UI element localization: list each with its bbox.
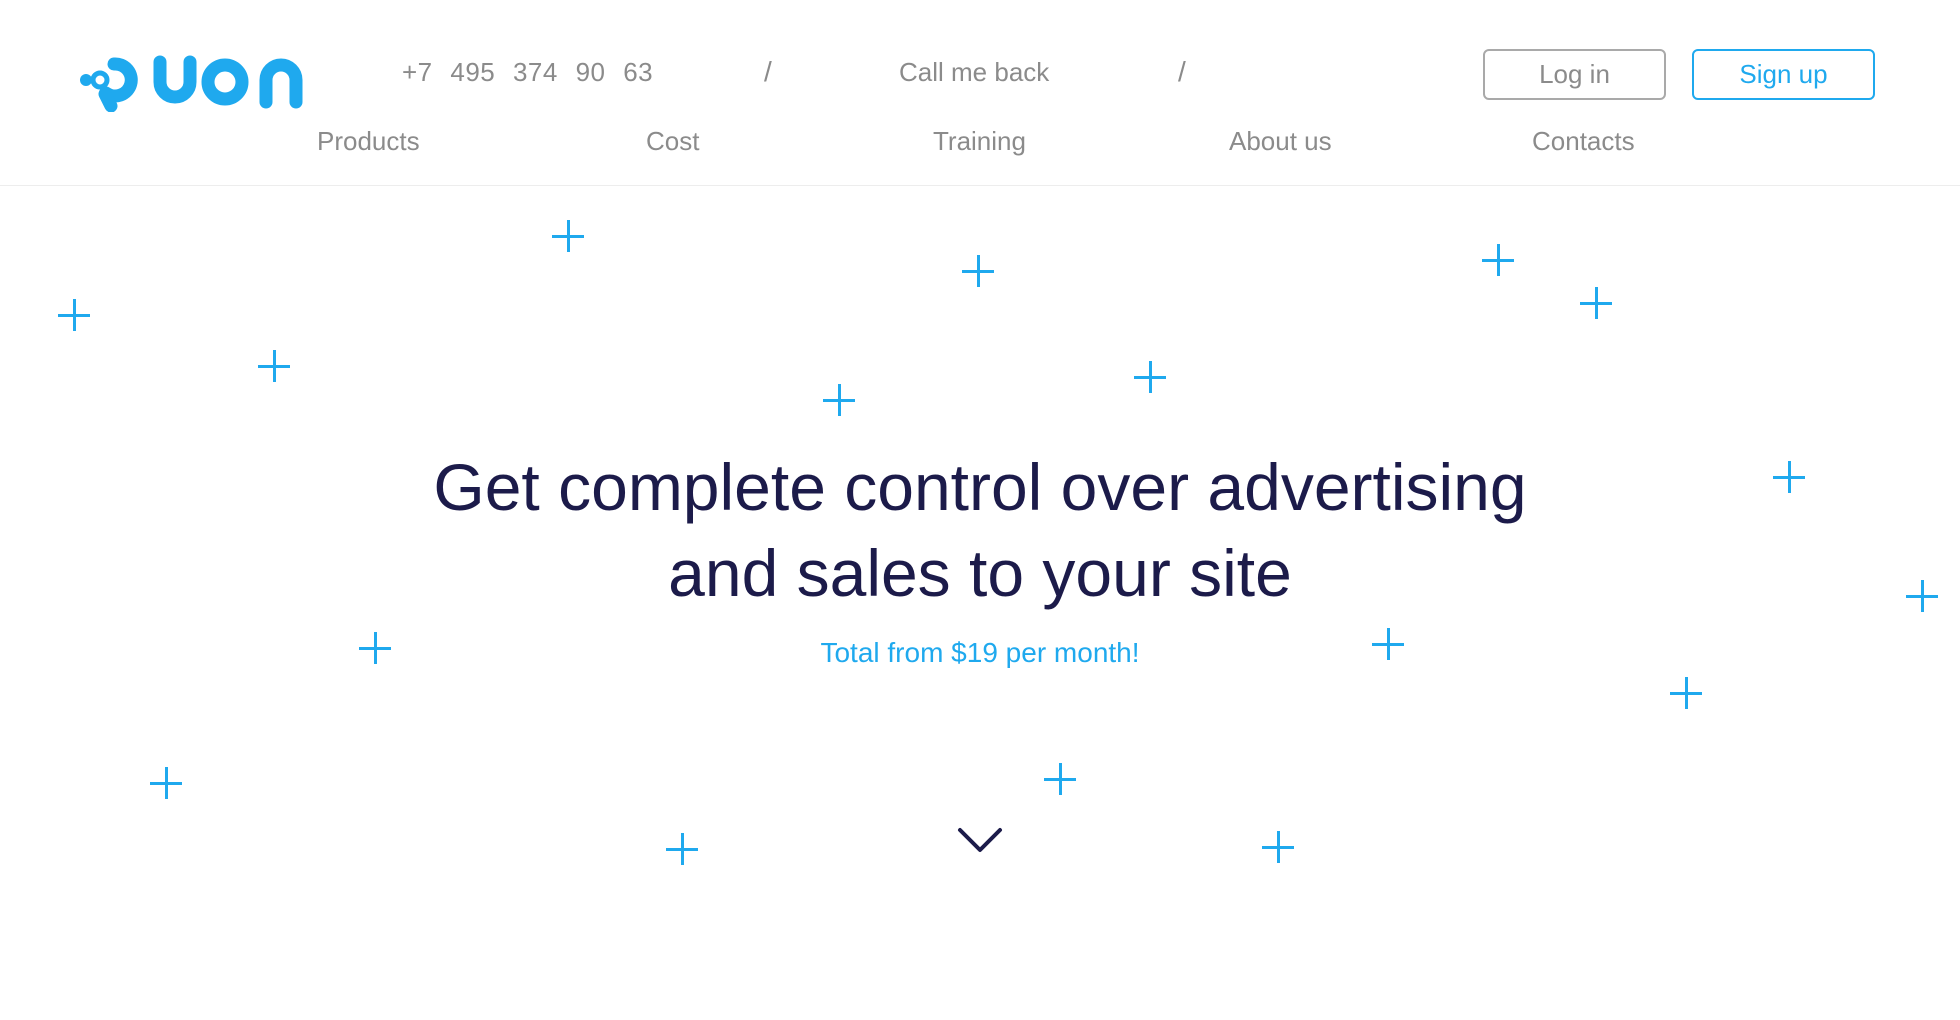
signup-button[interactable]: Sign up — [1692, 49, 1875, 100]
plus-icon — [552, 220, 584, 252]
login-button[interactable]: Log in — [1483, 49, 1666, 100]
site-header: +7 495 374 90 63 / Call me back / Log in… — [0, 0, 1960, 186]
plus-icon — [1044, 763, 1076, 795]
hero-headline-line-1: Get complete control over advertising — [433, 450, 1527, 524]
plus-icon — [1580, 287, 1612, 319]
hero-headline-line-2: and sales to your site — [668, 536, 1292, 610]
plus-icon — [823, 384, 855, 416]
plus-icon — [1134, 361, 1166, 393]
plus-icon — [1482, 244, 1514, 276]
header-separator: / — [1178, 56, 1186, 87]
pricing-subline: Total from $19 per month! — [820, 637, 1140, 668]
phone-number[interactable]: +7 495 374 90 63 — [402, 57, 653, 88]
call-me-back-link[interactable]: Call me back — [899, 57, 1049, 88]
plus-icon — [962, 255, 994, 287]
nav-about-us[interactable]: About us — [1229, 126, 1332, 157]
quon-logo[interactable] — [80, 48, 312, 112]
nav-contacts[interactable]: Contacts — [1532, 126, 1635, 157]
plus-icon — [666, 833, 698, 865]
nav-products[interactable]: Products — [317, 126, 420, 157]
plus-icon — [150, 767, 182, 799]
chevron-down-icon[interactable] — [956, 824, 1004, 856]
hero-headline: Get complete control over advertising an… — [0, 444, 1960, 616]
plus-icon — [1670, 677, 1702, 709]
nav-cost[interactable]: Cost — [646, 126, 699, 157]
plus-icon — [258, 350, 290, 382]
plus-icon — [58, 299, 90, 331]
plus-icon — [1262, 831, 1294, 863]
nav-training[interactable]: Training — [933, 126, 1026, 157]
header-separator: / — [764, 56, 772, 87]
